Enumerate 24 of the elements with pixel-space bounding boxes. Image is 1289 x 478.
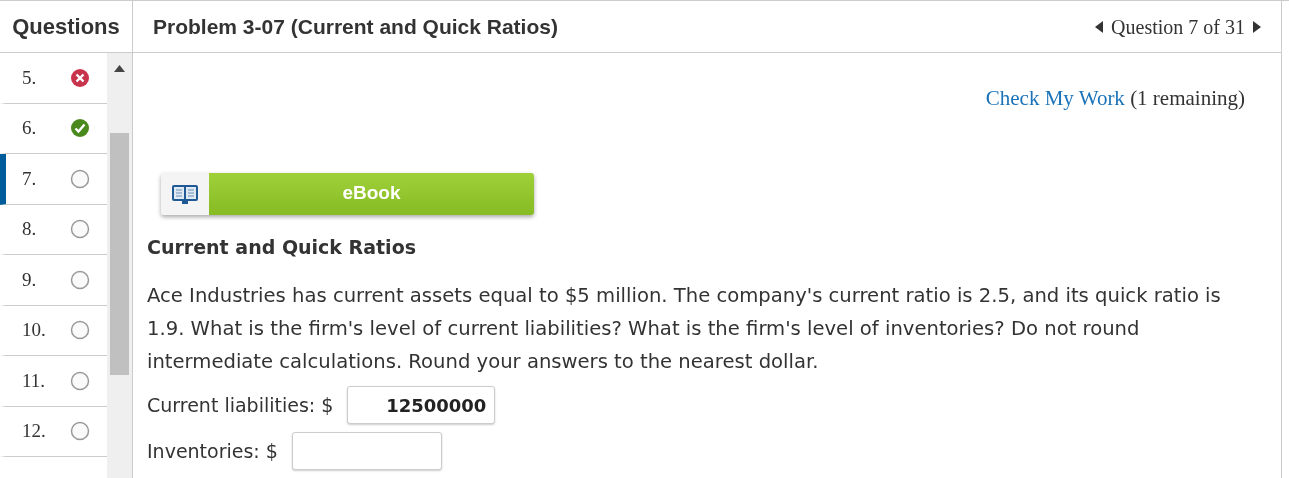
check-icon (70, 118, 91, 139)
problem-heading: Current and Quick Ratios (147, 234, 417, 260)
answer-field[interactable]: 12500000 (347, 386, 496, 424)
check-my-work-link[interactable]: Check My Work (985, 86, 1125, 110)
scroll-up-icon[interactable] (114, 65, 126, 72)
scrollbar[interactable] (107, 53, 132, 478)
remaining-count: (1 remaining) (1130, 86, 1245, 110)
answer-field[interactable] (291, 432, 442, 470)
empty-circle-icon (70, 269, 91, 290)
question-counter: Question 7 of 31 (1111, 14, 1245, 40)
book-icon (171, 182, 199, 205)
problem-text: Ace Industries has current assets equal to $5 million. The company's current ratio is 2.5, and its quick ratio is 1.9. What is the firm's level of current liabilities? What is the firm's level of inventories? Do not round intermediate calculations. Round your answers to the nearest dollar. (147, 283, 1222, 375)
next-icon[interactable] (1253, 20, 1261, 33)
empty-circle-icon (70, 320, 91, 341)
field-label: Inventories: $ (147, 438, 278, 464)
empty-circle-icon (70, 421, 91, 442)
empty-circle-icon (70, 370, 91, 391)
wrong-icon (70, 67, 91, 88)
previous-icon[interactable] (1095, 20, 1104, 33)
empty-circle-icon (70, 219, 91, 240)
problem-title: Problem 3-07 (Current and Quick Ratios) (153, 13, 558, 40)
scrollbar-thumb[interactable] (110, 133, 129, 375)
empty-circle-icon (70, 168, 91, 189)
field-label: Current liabilities: $ (147, 392, 334, 418)
